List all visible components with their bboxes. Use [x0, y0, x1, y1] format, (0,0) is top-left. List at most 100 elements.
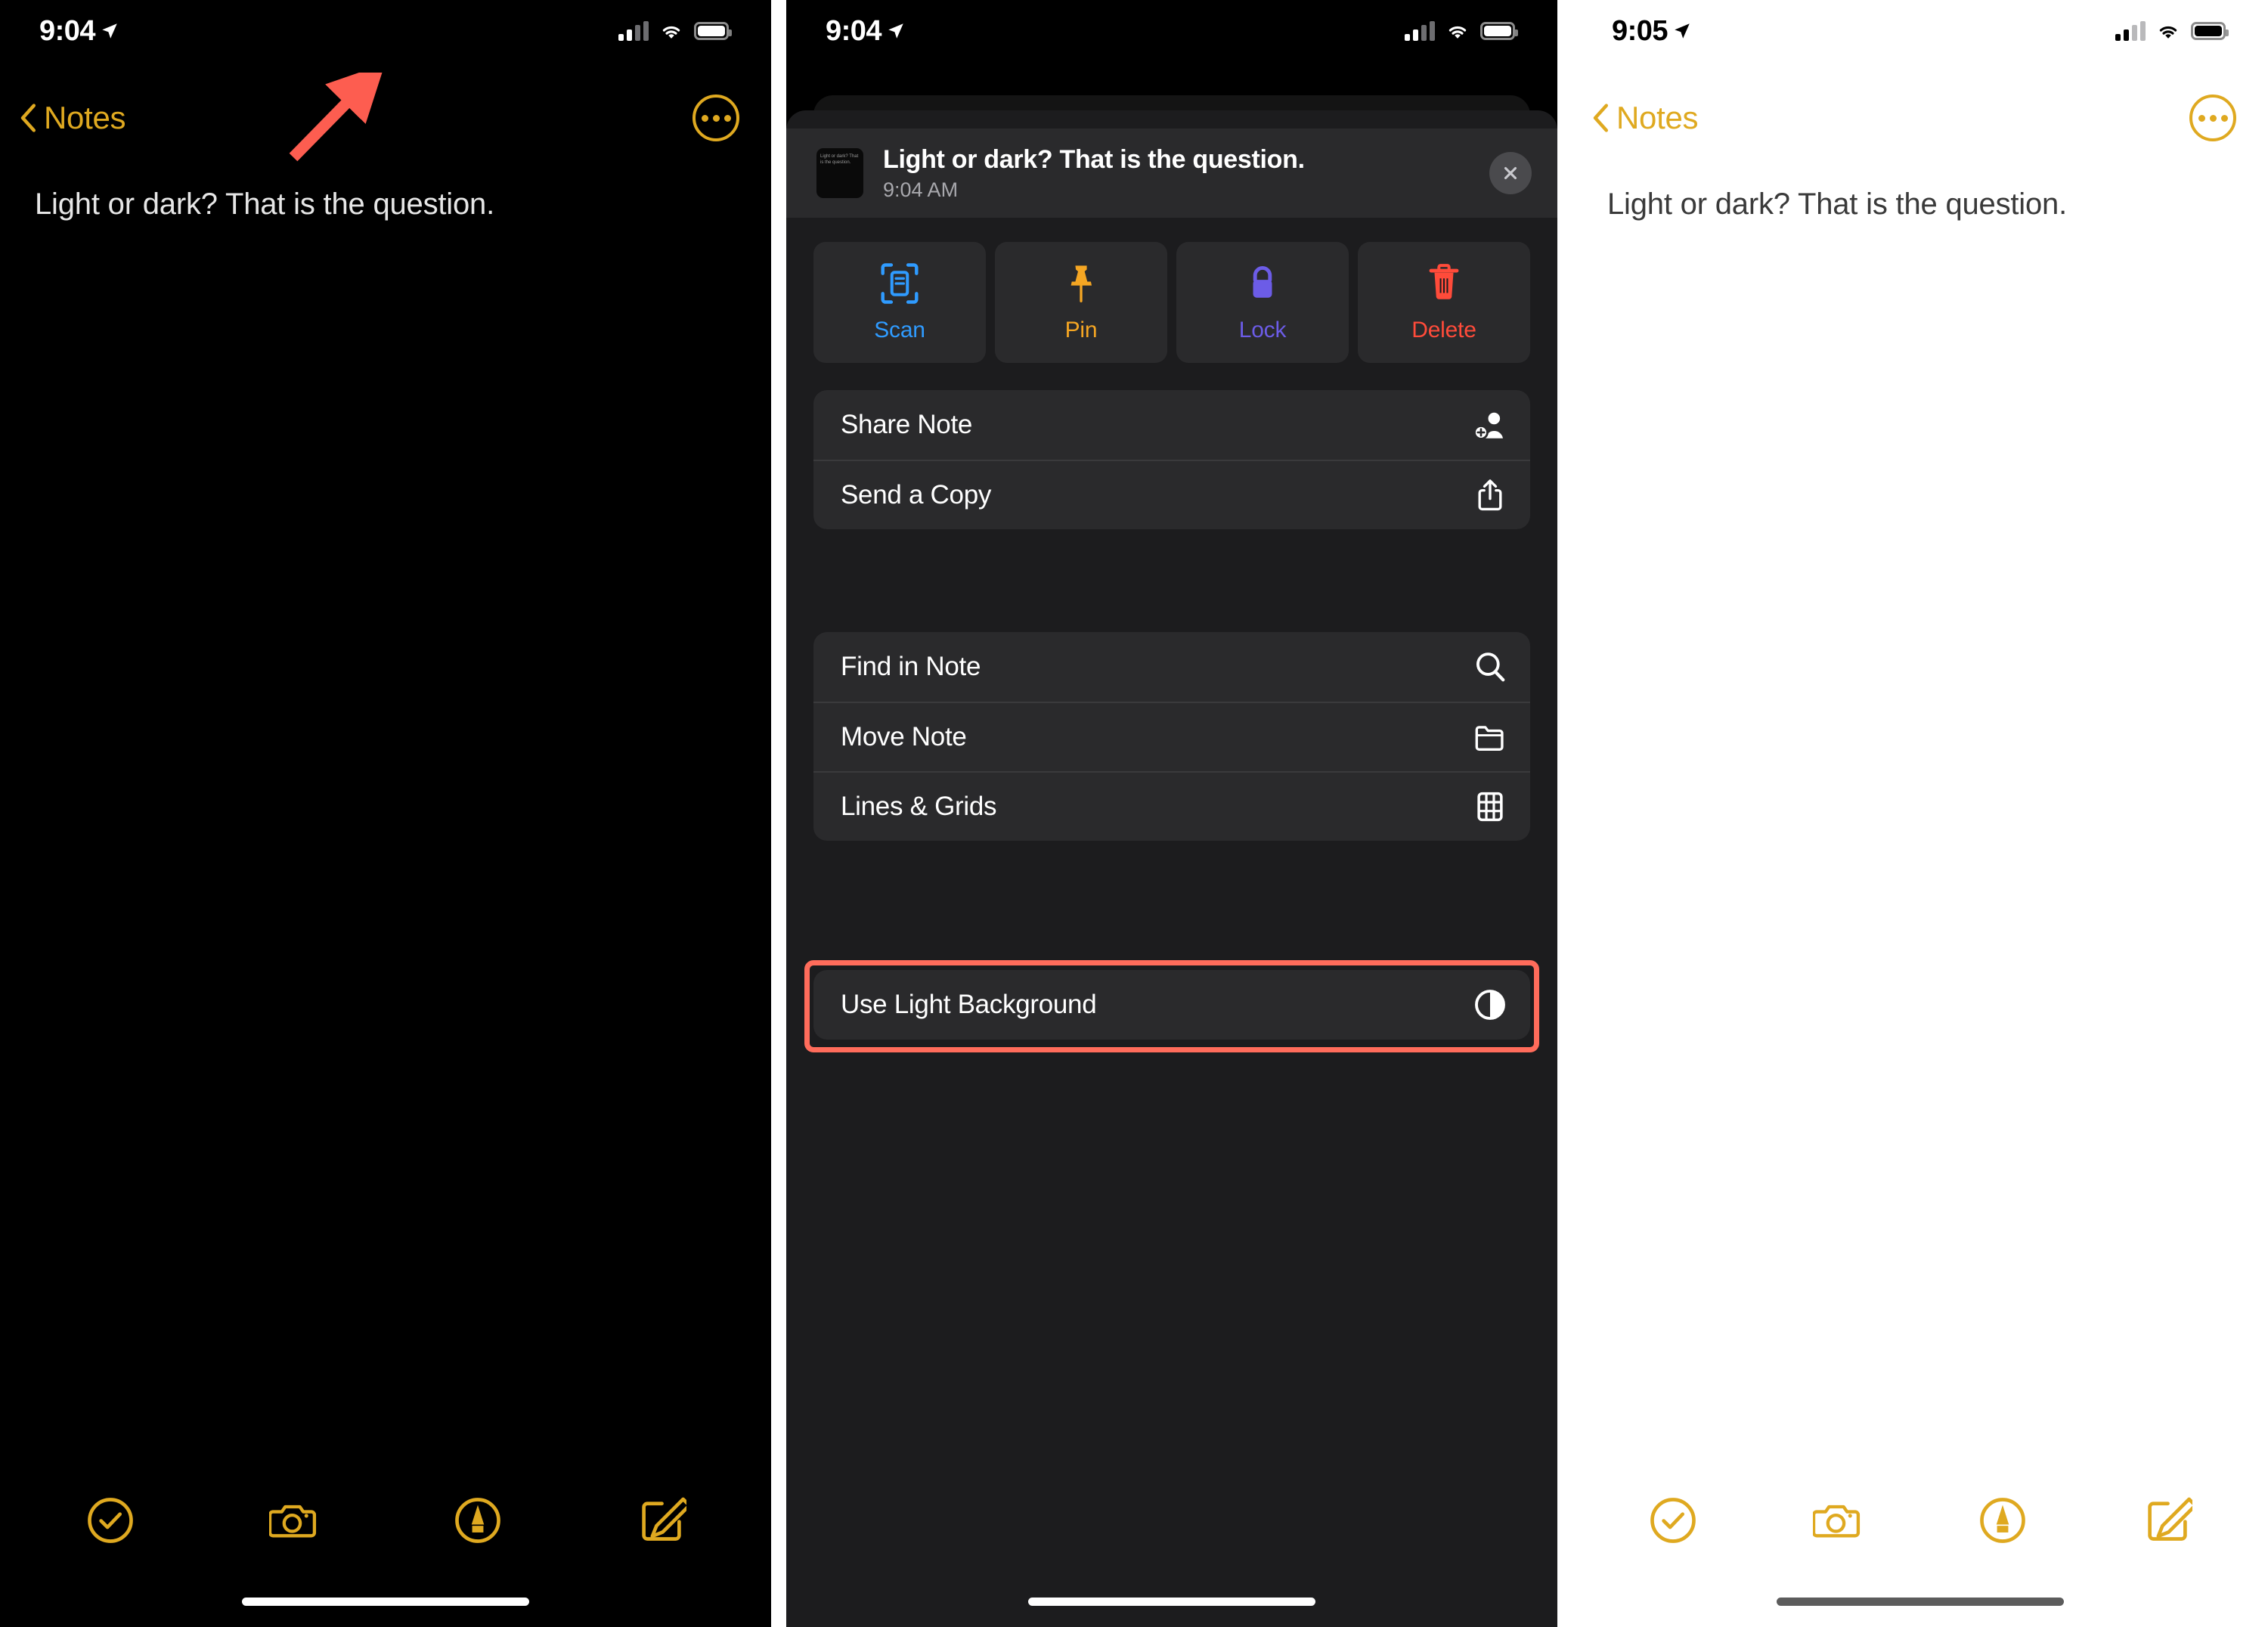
status-bar: 9:05 [1572, 0, 2268, 62]
scan-button[interactable]: Scan [813, 242, 986, 363]
screenshot-stage: 9:04 Notes Light or dark? That is the qu… [0, 0, 2268, 1627]
bottom-toolbar [1572, 1479, 2268, 1562]
bottom-toolbar [0, 1479, 771, 1562]
menu-item-send-a-copy[interactable]: Send a Copy [813, 460, 1530, 529]
pin-label: Pin [1064, 318, 1098, 342]
note-thumbnail-text: Light or dark? That is the question. [820, 154, 859, 165]
battery-icon [1480, 22, 1518, 40]
menu-item-label: Lines & Grids [841, 792, 997, 821]
sheet-note-title: Light or dark? That is the question. [883, 144, 1305, 174]
sheet-note-header: Light or dark? That is the question. Lig… [786, 129, 1557, 218]
status-time: 9:05 [1612, 14, 1668, 47]
wifi-icon [662, 26, 680, 39]
compose-pencil-icon[interactable] [637, 1495, 686, 1545]
back-to-notes-button[interactable]: Notes [1592, 100, 1699, 136]
compose-pencil-icon[interactable] [2143, 1495, 2192, 1545]
note-body-text[interactable]: Light or dark? That is the question. [1572, 187, 2268, 222]
panel-divider [771, 0, 786, 1627]
checkmark-circle-icon[interactable] [85, 1495, 135, 1545]
ellipsis-dot [2209, 114, 2217, 122]
menu-item-use-light-background[interactable]: Use Light Background [813, 970, 1530, 1040]
delete-button[interactable]: Delete [1358, 242, 1530, 363]
menu-item-label: Send a Copy [841, 480, 992, 510]
location-arrow-icon [1675, 23, 1690, 39]
cellular-signal-icon [1405, 21, 1435, 41]
menu-item-move-note[interactable]: Move Note [813, 702, 1530, 771]
camera-icon[interactable] [1813, 1495, 1863, 1545]
menu-item-find-in-note[interactable]: Find in Note [813, 632, 1530, 702]
note-body-text[interactable]: Light or dark? That is the question. [0, 187, 771, 222]
folder-icon [1475, 726, 1504, 751]
sheet-note-time: 9:04 AM [883, 178, 959, 201]
menu-item-lines-grids[interactable]: Lines & Grids [813, 771, 1530, 841]
battery-icon [694, 22, 732, 40]
status-bar-left: 9:04 [39, 15, 119, 48]
ellipsis-dot [2198, 114, 2205, 122]
back-label: Notes [1616, 100, 1699, 135]
nav-bar: Notes [1572, 83, 2268, 153]
status-bar-right [2115, 21, 2229, 41]
status-bar-right [1405, 21, 1518, 41]
menu-item-label: Use Light Background [841, 990, 1097, 1019]
lock-button[interactable]: Lock [1176, 242, 1349, 363]
cellular-signal-icon [2115, 21, 2146, 41]
menu-item-share-note[interactable]: Share Note [813, 390, 1530, 460]
markup-pen-circle-icon[interactable] [1978, 1495, 2028, 1545]
ellipsis-dot [712, 114, 720, 122]
sheet-note-meta: Light or dark? That is the question. 9:0… [883, 145, 1470, 202]
quick-actions-row: Scan Pin Lock Delete [813, 242, 1530, 363]
back-label: Notes [44, 100, 126, 135]
pin-icon [1070, 265, 1092, 302]
scan-label: Scan [874, 318, 925, 342]
panel-dark-note: 9:04 Notes Light or dark? That is the qu… [0, 0, 771, 1627]
close-x-icon [1504, 166, 1517, 180]
scan-document-icon [881, 263, 919, 304]
nav-bar: Notes [0, 83, 771, 153]
status-time: 9:04 [826, 14, 882, 47]
lock-icon [1253, 266, 1272, 298]
back-to-notes-button[interactable]: Notes [20, 100, 126, 136]
lock-label: Lock [1238, 318, 1287, 342]
share-upload-icon [1478, 479, 1502, 511]
home-indicator [1028, 1598, 1315, 1606]
status-bar-right [618, 21, 732, 41]
grid-icon [1477, 792, 1503, 822]
menu-group-note-actions: Find in Note Move Note Lines & Grids [813, 632, 1530, 841]
menu-group-appearance: Use Light Background [813, 970, 1530, 1040]
location-arrow-icon [888, 23, 903, 39]
menu-item-label: Share Note [841, 410, 973, 439]
status-time: 9:04 [39, 14, 96, 47]
status-bar: 9:04 [0, 0, 771, 62]
delete-label: Delete [1411, 318, 1476, 342]
panel-divider [1557, 0, 1572, 1627]
chevron-left-icon [20, 104, 36, 132]
status-bar: 9:04 [786, 0, 1557, 62]
location-arrow-icon [102, 23, 117, 39]
more-ellipsis-icon[interactable] [692, 95, 739, 141]
ellipsis-dot [701, 114, 708, 122]
panel-light-note: 9:05 Notes Light or dark? That is the qu… [1572, 0, 2268, 1627]
wifi-icon [1448, 26, 1467, 39]
chevron-left-icon [1593, 104, 1609, 132]
wifi-icon [2159, 26, 2177, 39]
person-add-icon [1473, 412, 1503, 440]
checkmark-circle-icon[interactable] [1648, 1495, 1698, 1545]
menu-item-label: Find in Note [841, 652, 981, 681]
menu-group-share: Share Note Send a Copy [813, 390, 1530, 529]
ellipsis-dot [2220, 114, 2228, 122]
home-indicator [242, 1598, 529, 1606]
more-ellipsis-icon[interactable] [2189, 95, 2236, 141]
contrast-half-circle-icon [1475, 990, 1505, 1020]
home-indicator [1777, 1598, 2064, 1606]
pin-button[interactable]: Pin [995, 242, 1167, 363]
status-bar-left: 9:05 [1612, 15, 1692, 48]
markup-pen-circle-icon[interactable] [453, 1495, 503, 1545]
menu-item-label: Move Note [841, 722, 967, 752]
camera-icon[interactable] [268, 1495, 319, 1545]
close-sheet-button[interactable] [1489, 152, 1532, 194]
battery-icon [2191, 22, 2229, 40]
cellular-signal-icon [618, 21, 649, 41]
ellipsis-dot [723, 114, 731, 122]
magnifier-icon [1476, 652, 1505, 682]
panel-share-sheet: 9:04 Light or dark? That is the question… [786, 0, 1557, 1627]
